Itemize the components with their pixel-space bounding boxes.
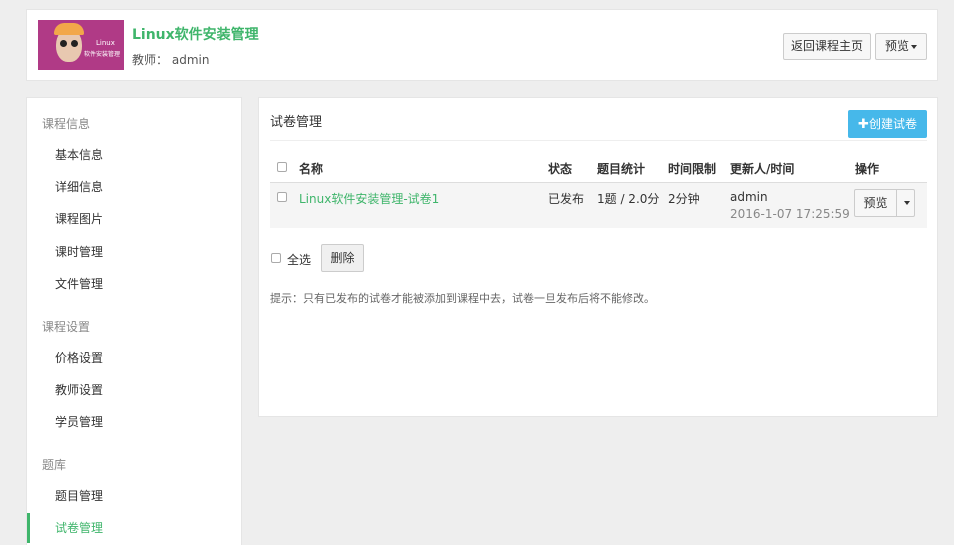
select-all-checkbox[interactable]	[271, 253, 281, 263]
mascot-eye	[60, 40, 67, 47]
sidebar-item-papers[interactable]: 试卷管理	[27, 513, 241, 543]
course-header: Linux 软件安装管理 Linux软件安装管理 教师： admin 返回课程主…	[26, 9, 938, 81]
tip-text: 提示：只有已发布的试卷才能被添加到课程中去，试卷一旦发布后将不能修改。	[270, 292, 655, 305]
paper-updater: admin	[730, 190, 768, 204]
paper-status: 已发布	[548, 192, 585, 206]
row-preview-split-button: 预览	[854, 189, 915, 217]
create-paper-label: 创建试卷	[868, 117, 917, 131]
table-row: Linux软件安装管理-试卷1 已发布 1题 / 2.0分 2分钟 admin …	[270, 182, 927, 228]
paper-stats: 1题 / 2.0分	[597, 192, 660, 206]
sidebar-group-course-settings: 课程设置	[42, 320, 91, 334]
paper-time-limit: 2分钟	[668, 192, 700, 206]
thumb-text-line1: Linux	[96, 39, 115, 47]
sidebar-item-course-image[interactable]: 课程图片	[27, 204, 241, 234]
teacher-info: 教师： admin	[132, 51, 209, 68]
page-title: 试卷管理	[270, 115, 323, 130]
main-panel: 试卷管理 ✚创建试卷 名称 状态 题目统计 时间限制 更新人/时间 操作 Lin…	[258, 97, 938, 417]
paper-updated-at: 2016-1-07 17:25:59	[730, 207, 850, 221]
mascot-hat	[54, 23, 84, 35]
sidebar-item-questions[interactable]: 题目管理	[27, 481, 241, 511]
header-checkbox[interactable]	[277, 162, 287, 172]
sidebar-group-question-bank: 题库	[42, 458, 67, 472]
thumb-text-line2: 软件安装管理	[84, 51, 121, 58]
col-header-updater: 更新人/时间	[730, 162, 795, 176]
delete-button[interactable]: 删除	[321, 244, 364, 272]
sidebar-item-detail-info[interactable]: 详细信息	[27, 172, 241, 202]
col-header-actions: 操作	[855, 162, 880, 176]
plus-icon: ✚	[858, 117, 869, 132]
col-header-status: 状态	[548, 162, 573, 176]
caret-down-icon	[903, 200, 910, 205]
col-header-stats: 题目统计	[597, 162, 646, 176]
select-all-label[interactable]: 全选	[287, 251, 311, 268]
sidebar-item-students[interactable]: 学员管理	[27, 407, 241, 437]
sidebar-item-files[interactable]: 文件管理	[27, 269, 241, 299]
preview-dropdown-button[interactable]: 预览	[875, 33, 927, 60]
col-header-time-limit: 时间限制	[668, 162, 717, 176]
sidebar-item-teachers[interactable]: 教师设置	[27, 375, 241, 405]
sidebar-item-basic-info[interactable]: 基本信息	[27, 140, 241, 170]
row-preview-dropdown-toggle[interactable]	[897, 190, 914, 216]
row-preview-button[interactable]: 预览	[855, 190, 897, 216]
caret-down-icon	[911, 44, 917, 49]
divider	[270, 140, 927, 141]
row-checkbox[interactable]	[277, 192, 287, 202]
teacher-label: 教师：	[132, 53, 169, 67]
col-header-name: 名称	[299, 162, 324, 176]
sidebar: 课程信息 基本信息 详细信息 课程图片 课时管理 文件管理 课程设置 价格设置 …	[26, 97, 242, 545]
sidebar-group-course-info: 课程信息	[42, 117, 91, 131]
paper-name-link[interactable]: Linux软件安装管理-试卷1	[299, 190, 439, 207]
teacher-name: admin	[171, 53, 210, 67]
sidebar-item-price[interactable]: 价格设置	[27, 343, 241, 373]
course-thumbnail[interactable]: Linux 软件安装管理	[38, 20, 124, 70]
course-title[interactable]: Linux软件安装管理	[132, 24, 259, 44]
back-to-course-button[interactable]: 返回课程主页	[783, 33, 871, 60]
mascot-eye	[71, 40, 78, 47]
create-paper-button[interactable]: ✚创建试卷	[848, 110, 927, 138]
sidebar-item-lessons[interactable]: 课时管理	[27, 237, 241, 267]
preview-label: 预览	[884, 39, 909, 53]
